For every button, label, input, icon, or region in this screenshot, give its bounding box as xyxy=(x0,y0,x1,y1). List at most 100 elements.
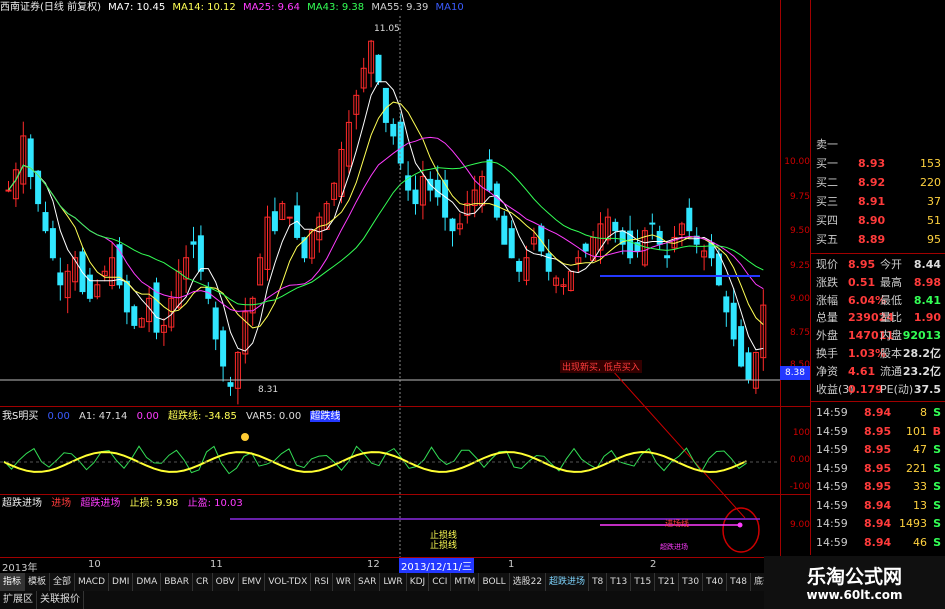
candle-body xyxy=(35,170,42,205)
stat-label: 外盘 xyxy=(816,329,838,343)
y-tick: 9.25 xyxy=(789,261,810,271)
tab-19[interactable]: 选股22 xyxy=(510,573,547,591)
tick-row: 14:59 8.95 101 B xyxy=(812,423,943,440)
stat-value-2: 1.90 xyxy=(913,311,941,325)
tick-price: 8.95 xyxy=(864,424,892,438)
bottom-tab-0[interactable]: 扩展区 xyxy=(0,591,37,609)
cursor-date: 2013/12/11/三 xyxy=(399,558,475,573)
y-tick: 8.75 xyxy=(789,328,810,338)
order-label: 买五 xyxy=(816,233,838,246)
stat-value: 0.179 xyxy=(848,382,883,396)
tab-1[interactable]: 模板 xyxy=(25,573,51,591)
stat-row: 收益(3) 0.179 PE(动) 37.5 xyxy=(812,381,943,398)
tab-18[interactable]: BOLL xyxy=(479,573,510,591)
tick-price: 8.95 xyxy=(864,443,892,456)
tab-10[interactable]: VOL-TDX xyxy=(265,573,312,591)
tick-time: 14:59 xyxy=(816,517,848,530)
tick-vol: 47 xyxy=(913,443,927,456)
stop-mark-line1: 止损线 xyxy=(430,531,458,541)
date-axis: 2013年 10 11 12 2013/12/11/三 1 2 xyxy=(0,557,780,574)
tab-0[interactable]: 指标 xyxy=(0,573,26,591)
order-price: 8.92 xyxy=(858,176,886,189)
tick-vol: 221 xyxy=(906,461,927,475)
tab-12[interactable]: WR xyxy=(333,573,356,591)
y-tick: 9.50 xyxy=(789,226,810,236)
tab-15[interactable]: KDJ xyxy=(407,573,430,591)
tab-11[interactable]: RSI xyxy=(311,573,333,591)
tick-row: 14:59 8.94 46 S xyxy=(812,534,943,551)
tab-24[interactable]: T21 xyxy=(655,573,680,591)
stat-label-2: 流通 xyxy=(880,364,902,378)
order-label: 买四 xyxy=(816,214,838,227)
candle-body xyxy=(649,222,656,225)
quote-panel: 卖一 买一 8.93 153 买二 8.92 220 买三 8.91 37 买四 8.90 51 买五 8.… xyxy=(810,0,945,555)
tab-25[interactable]: T30 xyxy=(679,573,704,591)
order-row[interactable]: 买二 8.92 220 xyxy=(812,174,943,191)
stat-label-2: 量比 xyxy=(880,311,902,325)
candle-body xyxy=(227,382,234,387)
order-row[interactable]: 买五 8.89 95 xyxy=(812,231,943,248)
candle-body xyxy=(397,121,404,164)
ind2-dot xyxy=(737,522,743,528)
candle-body xyxy=(745,352,752,381)
watermark-title: 乐淘公式网 xyxy=(806,566,902,588)
stat-value: 4.61 xyxy=(848,364,876,378)
ind2-l2: 超跌进场 xyxy=(80,498,121,509)
stop-mark: 止损线 止损线 xyxy=(430,531,457,551)
order-row[interactable]: 买三 8.91 37 xyxy=(812,193,943,210)
candle-body xyxy=(412,189,419,205)
tab-20[interactable]: 超跌进场 xyxy=(546,573,590,591)
tab-3[interactable]: MACD xyxy=(75,573,110,591)
tab-27[interactable]: T48 xyxy=(727,573,752,591)
ind1-name: 我S明买 xyxy=(2,411,39,422)
tab-9[interactable]: EMV xyxy=(239,573,266,591)
tab-22[interactable]: T13 xyxy=(607,573,632,591)
stat-label: 总量 xyxy=(816,311,838,325)
stat-row: 涨幅 6.04% 最低 8.41 xyxy=(812,292,943,309)
tick-vol: 33 xyxy=(913,480,927,493)
kline-chart[interactable] xyxy=(0,0,780,557)
tick-vol: 1493 xyxy=(899,517,927,530)
bottom-tab-1[interactable]: 关联报价 xyxy=(37,591,84,609)
tick-side: S xyxy=(933,517,941,530)
candle-body xyxy=(42,212,49,232)
tick-time: 14:59 xyxy=(816,461,848,475)
stat-label: 涨跌 xyxy=(816,275,838,289)
tab-21[interactable]: T8 xyxy=(589,573,608,591)
order-vol: 220 xyxy=(920,176,941,189)
order-row[interactable]: 卖一 xyxy=(812,136,943,153)
tab-7[interactable]: CR xyxy=(193,573,213,591)
tab-16[interactable]: CCI xyxy=(429,573,452,591)
tab-6[interactable]: BBAR xyxy=(161,573,194,591)
date-label: 1 xyxy=(508,559,515,570)
tab-4[interactable]: DMI xyxy=(109,573,134,591)
stat-label: 现价 xyxy=(816,258,838,271)
stat-value: 0.51 xyxy=(848,275,876,289)
tab-26[interactable]: T40 xyxy=(703,573,728,591)
tick-price: 8.94 xyxy=(864,498,892,512)
order-vol: 153 xyxy=(920,157,941,170)
order-label: 卖一 xyxy=(816,138,838,151)
tab-5[interactable]: DMA xyxy=(133,573,162,591)
order-row[interactable]: 买一 8.93 153 xyxy=(812,155,943,172)
candle-body xyxy=(664,255,671,259)
tick-row: 14:59 8.94 8 S xyxy=(812,404,943,421)
tab-13[interactable]: SAR xyxy=(355,573,381,591)
order-row[interactable]: 买四 8.90 51 xyxy=(812,212,943,229)
tab-2[interactable]: 全部 xyxy=(50,573,76,591)
tick-time: 14:59 xyxy=(816,498,848,512)
tick-vol: 46 xyxy=(913,535,927,549)
date-label: 2013年 xyxy=(2,563,38,574)
stat-label: 净资 xyxy=(816,364,838,378)
stat-label: 涨幅 xyxy=(816,293,838,307)
candle-body xyxy=(382,87,389,123)
tab-8[interactable]: OBV xyxy=(213,573,239,591)
ind2-l1: 进场 xyxy=(51,498,72,509)
tab-23[interactable]: T15 xyxy=(631,573,656,591)
tab-17[interactable]: MTM xyxy=(451,573,480,591)
stat-row: 现价 8.95 今开 8.44 xyxy=(812,256,943,273)
tick-row: 14:59 8.95 221 S xyxy=(812,460,943,477)
tick-side: S xyxy=(933,443,941,456)
candle-body xyxy=(508,228,515,259)
tab-14[interactable]: LWR xyxy=(380,573,407,591)
